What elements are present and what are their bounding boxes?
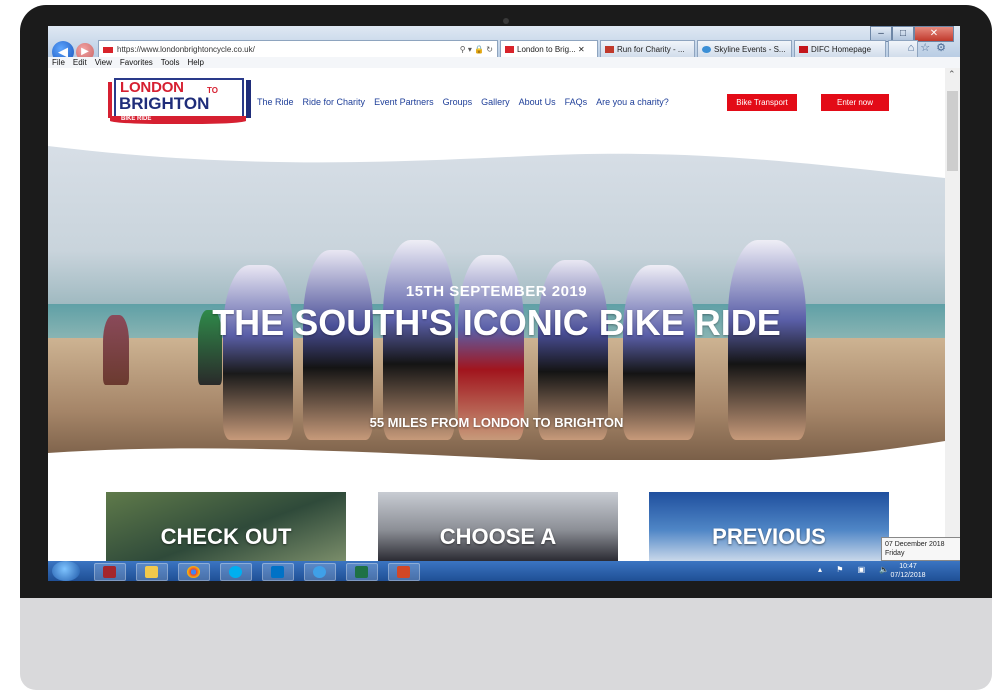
enter-now-button[interactable]: Enter now — [821, 94, 889, 111]
nav-groups[interactable]: Groups — [443, 97, 473, 107]
hero-bystander-figure — [103, 315, 129, 385]
skype-icon — [229, 566, 242, 578]
clock-date: 07/12/2018 — [890, 572, 926, 579]
taskbar-ie-app[interactable] — [304, 563, 336, 581]
taskbar-chrome-app[interactable] — [178, 563, 210, 581]
clock-time: 10:47 — [899, 563, 917, 570]
menu-tools[interactable]: Tools — [161, 58, 180, 67]
taskbar-excel-app[interactable] — [346, 563, 378, 581]
card-choose-a[interactable]: CHOOSE A — [378, 492, 618, 561]
run-for-charity-favicon-icon — [605, 46, 614, 54]
web-page: LONDON TO BRIGHTON BIKE RIDE The Ride Ri… — [48, 68, 945, 561]
browser-titlebar: – □ ✕ ◀ ▶ https://www.londonbrightoncycl… — [48, 26, 960, 63]
start-button[interactable] — [52, 561, 80, 581]
screen: – □ ✕ ◀ ▶ https://www.londonbrightoncycl… — [48, 26, 960, 581]
excel-icon — [355, 566, 368, 578]
main-navigation: The Ride Ride for Charity Event Partners… — [257, 97, 678, 107]
menu-edit[interactable]: Edit — [73, 58, 87, 67]
menu-help[interactable]: Help — [187, 58, 203, 67]
address-tools-icons[interactable]: ⚲ ▾ 🔒 ↻ — [460, 41, 493, 58]
menu-favorites[interactable]: Favorites — [120, 58, 153, 67]
taskbar-powerpoint-app[interactable] — [388, 563, 420, 581]
nav-event-partners[interactable]: Event Partners — [374, 97, 434, 107]
nav-ride-for-charity[interactable]: Ride for Charity — [303, 97, 366, 107]
taskbar-explorer-app[interactable] — [136, 563, 168, 581]
card-previous-title: PREVIOUS — [712, 524, 826, 549]
nav-faqs[interactable]: FAQs — [565, 97, 588, 107]
hero-date: 15TH SEPTEMBER 2019 — [405, 283, 588, 300]
windows-taskbar: ▴ ⚑ ▣ 🔈 10:47 07/12/2018 — [48, 561, 960, 581]
taskbar-clock[interactable]: 10:47 07/12/2018 — [886, 562, 930, 580]
logo-tower-left — [108, 82, 112, 118]
skyline-favicon-icon — [702, 46, 711, 54]
bike-transport-button[interactable]: Bike Transport — [727, 94, 797, 111]
nav-are-you-a-charity[interactable]: Are you a charity? — [596, 97, 669, 107]
card-check-out[interactable]: CHECK OUT — [106, 492, 346, 561]
settings-gear-icon[interactable]: ⚙ — [936, 42, 952, 54]
home-icon[interactable]: ⌂ — [908, 42, 921, 54]
difc-favicon-icon — [799, 46, 808, 54]
taskbar-outlook-app[interactable] — [262, 563, 294, 581]
logo-line2: BRIGHTON — [119, 94, 210, 113]
folder-icon — [145, 566, 158, 578]
logo-line3: BIKE RIDE — [121, 116, 152, 122]
site-favicon-icon — [103, 46, 113, 53]
tooltip-day: Friday — [885, 550, 905, 557]
nav-the-ride[interactable]: The Ride — [257, 97, 294, 107]
menu-view[interactable]: View — [95, 58, 112, 67]
toolbar-icons: ⌂☆⚙ — [908, 41, 952, 54]
address-url: https://www.londonbrightoncycle.co.uk/ — [117, 45, 255, 54]
tooltip-date: 07 December 2018 — [885, 541, 945, 548]
hero-title: THE SOUTH'S ICONIC BIKE RIDE — [212, 302, 781, 343]
card-check-out-title: CHECK OUT — [160, 524, 292, 549]
scroll-up-arrow-icon[interactable]: ⌃ — [948, 69, 956, 80]
monitor-chin — [20, 598, 992, 690]
taskbar-access-app[interactable] — [94, 563, 126, 581]
menu-bar: File Edit View Favorites Tools Help — [48, 57, 960, 68]
scrollbar-thumb[interactable] — [947, 91, 958, 171]
hero-banner: 15TH SEPTEMBER 2019 THE SOUTH'S ICONIC B… — [48, 138, 945, 460]
favorites-star-icon[interactable]: ☆ — [920, 42, 936, 54]
hero-tagline: 55 MILES FROM LONDON TO BRIGHTON — [369, 415, 624, 430]
webcam-dot — [503, 18, 509, 24]
card-choose-a-title: CHOOSE A — [439, 524, 557, 549]
card-previous[interactable]: PREVIOUS — [649, 492, 889, 561]
logo-tower-right — [246, 80, 251, 118]
chrome-icon — [187, 566, 200, 578]
powerpoint-icon — [397, 566, 410, 578]
internet-explorer-icon — [313, 566, 326, 578]
site-logo[interactable]: LONDON TO BRIGHTON BIKE RIDE — [106, 76, 251, 126]
nav-about-us[interactable]: About Us — [519, 97, 556, 107]
date-tooltip: 07 December 2018 Friday — [881, 537, 960, 561]
menu-file[interactable]: File — [52, 58, 65, 67]
taskbar-skype-app[interactable] — [220, 563, 252, 581]
outlook-icon — [271, 566, 284, 578]
london-brighton-favicon-icon — [505, 46, 514, 54]
access-icon — [103, 566, 116, 578]
nav-gallery[interactable]: Gallery — [481, 97, 510, 107]
hero-wave-top — [48, 138, 945, 178]
system-tray-icons[interactable]: ▴ ⚑ ▣ 🔈 — [818, 565, 895, 574]
close-window-button[interactable]: ✕ — [914, 26, 954, 42]
hero-rider-figure — [303, 250, 373, 440]
